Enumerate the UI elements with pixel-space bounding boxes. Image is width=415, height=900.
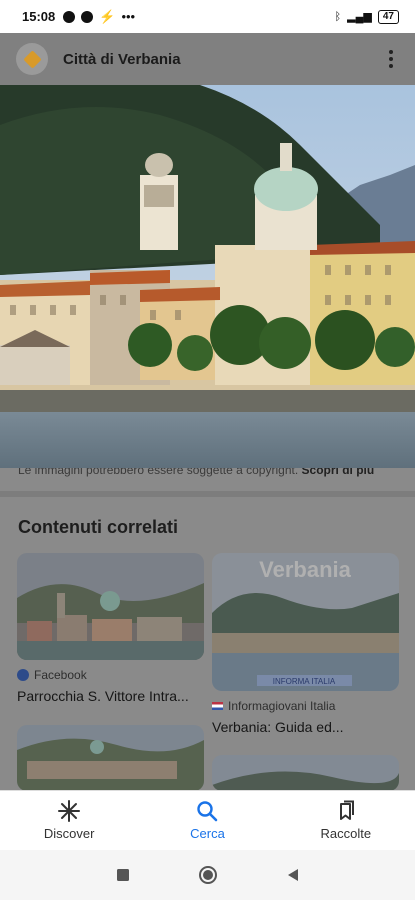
card-image-title: Verbania xyxy=(259,557,351,582)
facebook-icon xyxy=(17,669,29,681)
hero-image[interactable] xyxy=(0,85,415,468)
card-source-name: Facebook xyxy=(34,668,87,682)
card-title[interactable]: Parrocchia S. Vittore Intra... xyxy=(17,688,189,704)
nav-discover[interactable]: Discover xyxy=(0,791,138,850)
nav-search-label: Cerca xyxy=(190,826,225,841)
status-time: 15:08 xyxy=(22,9,56,24)
bookmarks-icon xyxy=(339,800,354,820)
search-icon xyxy=(197,801,218,822)
asterisk-icon xyxy=(58,800,81,822)
app-logo-icon xyxy=(16,43,48,75)
city-photo xyxy=(0,85,415,468)
card-photo xyxy=(212,755,399,790)
more-options-icon[interactable] xyxy=(383,44,399,74)
battery-icon: 47 xyxy=(377,9,399,24)
nav-collections-label: Raccolte xyxy=(320,826,372,841)
signal-icon: ▂▄▆ xyxy=(347,11,372,23)
nav-search[interactable]: Cerca xyxy=(138,791,276,850)
app-title: Città di Verbania xyxy=(63,50,181,68)
status-bar: 15:08 ⚡ ••• ᛒ ▂▄▆ 47 xyxy=(0,0,415,33)
italy-flag-icon xyxy=(212,702,223,710)
card-title[interactable]: Verbania: Guida ed... xyxy=(212,719,344,735)
system-navigation-bar xyxy=(0,850,415,900)
card-photo xyxy=(17,553,204,660)
card-photo xyxy=(17,725,204,790)
related-heading: Contenuti correlati xyxy=(18,517,179,537)
back-icon[interactable] xyxy=(286,868,300,882)
card-image-watermark: INFORMA ITALIA xyxy=(273,677,336,686)
nav-discover-label: Discover xyxy=(43,826,95,841)
related-card-image[interactable] xyxy=(17,553,204,660)
chrome-icon xyxy=(81,10,94,23)
notification-icons: ⚡ ••• xyxy=(63,9,135,25)
related-card-image[interactable] xyxy=(17,725,204,790)
nav-collections[interactable]: Raccolte xyxy=(277,791,415,850)
card-source-name: Informagiovani Italia xyxy=(228,699,336,713)
section-divider xyxy=(0,491,415,497)
related-card-image[interactable]: Verbania INFORMA ITALIA xyxy=(212,553,399,691)
card-photo: Verbania INFORMA ITALIA xyxy=(212,553,399,691)
app-notification-icon: ⚡ xyxy=(99,8,116,24)
system-icons: ᛒ ▂▄▆ 47 xyxy=(334,9,399,24)
card-source: Informagiovani Italia xyxy=(212,699,335,713)
top-app-bar: Città di Verbania xyxy=(0,33,415,85)
soccer-icon xyxy=(63,10,76,23)
bluetooth-icon: ᛒ xyxy=(334,10,342,23)
card-source: Facebook xyxy=(17,668,87,682)
recents-icon[interactable] xyxy=(116,868,130,882)
screen: 15:08 ⚡ ••• ᛒ ▂▄▆ 47 Le immagini potrebb… xyxy=(0,0,415,900)
bottom-navigation: Discover Cerca Raccolte xyxy=(0,790,415,850)
related-card-image[interactable] xyxy=(212,755,399,790)
more-notifications-icon: ••• xyxy=(121,9,136,24)
home-icon[interactable] xyxy=(198,865,218,885)
